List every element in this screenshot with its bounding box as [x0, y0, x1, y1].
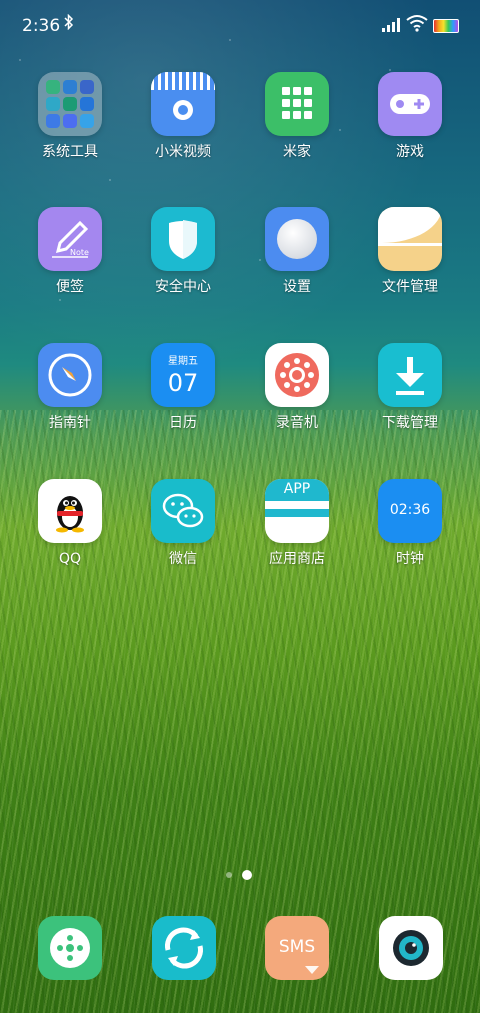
app-label: 便签 — [56, 279, 84, 295]
folder-file-icon — [378, 207, 442, 271]
app-label: QQ — [58, 551, 82, 567]
app-label: 应用商店 — [269, 551, 325, 567]
messages-icon[interactable]: SMS — [265, 916, 329, 980]
status-time: 2:36 — [22, 16, 61, 36]
signal-icon — [382, 18, 402, 32]
app-label: 小米视频 — [155, 144, 211, 160]
page-dot[interactable] — [226, 872, 232, 878]
page-indicator[interactable] — [226, 870, 256, 880]
app-label: 设置 — [283, 279, 311, 295]
grid-icon — [265, 72, 329, 136]
app-label: 录音机 — [276, 415, 318, 431]
recorder-icon — [265, 343, 329, 407]
app-app-store[interactable]: APP 应用商店 — [247, 479, 347, 568]
app-notes[interactable]: Note 便签 — [20, 207, 120, 296]
app-label: 微信 — [169, 551, 197, 567]
app-recorder[interactable]: 录音机 — [247, 343, 347, 432]
app-label: 游戏 — [396, 144, 424, 160]
video-icon — [151, 72, 215, 136]
app-mijia[interactable]: 米家 — [247, 72, 347, 161]
app-label: 安全中心 — [155, 279, 211, 295]
app-system-tools[interactable]: 系统工具 — [20, 72, 120, 161]
bluetooth-icon — [64, 13, 74, 34]
penguin-icon — [38, 479, 102, 543]
calendar-icon: 星期五 07 — [151, 343, 215, 407]
page-dot-active[interactable] — [242, 870, 252, 880]
settings-icon — [265, 207, 329, 271]
app-label: 下载管理 — [382, 415, 438, 431]
app-label: 时钟 — [396, 551, 424, 567]
battery-icon — [433, 19, 459, 33]
app-security[interactable]: 安全中心 — [133, 207, 233, 296]
note-text: Note — [70, 248, 89, 257]
sms-text: SMS — [278, 937, 316, 957]
app-mi-video[interactable]: 小米视频 — [133, 72, 233, 161]
download-icon — [378, 343, 442, 407]
app-clock[interactable]: 02:36 时钟 — [360, 479, 460, 568]
phone-icon[interactable] — [38, 916, 102, 980]
app-label: 日历 — [169, 415, 197, 431]
app-qq[interactable]: QQ — [20, 479, 120, 568]
folder-icon — [38, 72, 102, 136]
app-calendar[interactable]: 星期五 07 日历 — [133, 343, 233, 432]
chat-bubbles-icon — [151, 479, 215, 543]
calendar-day: 07 — [167, 369, 199, 397]
clock-icon: 02:36 — [378, 479, 442, 543]
compass-icon — [38, 343, 102, 407]
app-label: 文件管理 — [382, 279, 438, 295]
status-bar: 2:36 — [0, 0, 480, 50]
clock-time: 02:36 — [389, 502, 431, 518]
app-label: 米家 — [283, 144, 311, 160]
shield-icon — [151, 207, 215, 271]
app-compass[interactable]: 指南针 — [20, 343, 120, 432]
browser-icon[interactable] — [152, 916, 216, 980]
app-store-text: APP — [283, 481, 311, 497]
app-file-manager[interactable]: 文件管理 — [360, 207, 460, 296]
gamepad-icon — [378, 72, 442, 136]
app-downloads[interactable]: 下载管理 — [360, 343, 460, 432]
camera-icon[interactable] — [379, 916, 443, 980]
note-pencil-icon: Note — [38, 207, 102, 271]
wallpaper-stars — [0, 0, 480, 360]
app-label: 指南针 — [49, 415, 91, 431]
app-label: 系统工具 — [42, 144, 98, 160]
app-settings[interactable]: 设置 — [247, 207, 347, 296]
calendar-weekday: 星期五 — [168, 356, 198, 367]
wifi-icon — [406, 14, 428, 32]
app-wechat[interactable]: 微信 — [133, 479, 233, 568]
app-games[interactable]: 游戏 — [360, 72, 460, 161]
app-store-icon: APP — [265, 479, 329, 543]
